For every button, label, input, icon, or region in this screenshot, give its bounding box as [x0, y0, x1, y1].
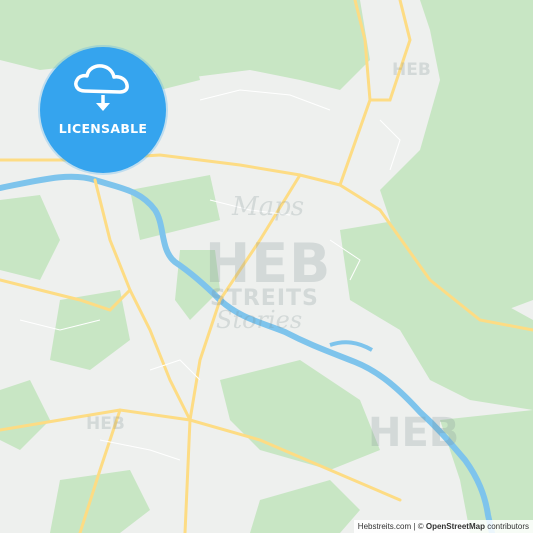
map-canvas[interactable]: Maps HEB STREITS Stories HEB HEB HEB LIC…	[0, 0, 533, 533]
licensable-label: LICENSABLE	[58, 121, 148, 136]
cloud-download-icon	[74, 64, 129, 111]
licensable-badge[interactable]: LICENSABLE	[40, 47, 166, 173]
attribution-site-link[interactable]: Hebstreits.com	[358, 522, 411, 531]
attribution-suffix: contributors	[487, 522, 529, 531]
attribution-copyright: ©	[417, 522, 424, 531]
map-attribution: Hebstreits.com | © OpenStreetMap contrib…	[353, 520, 533, 533]
attribution-separator: |	[413, 522, 416, 531]
attribution-osm-link[interactable]: OpenStreetMap	[426, 522, 485, 531]
